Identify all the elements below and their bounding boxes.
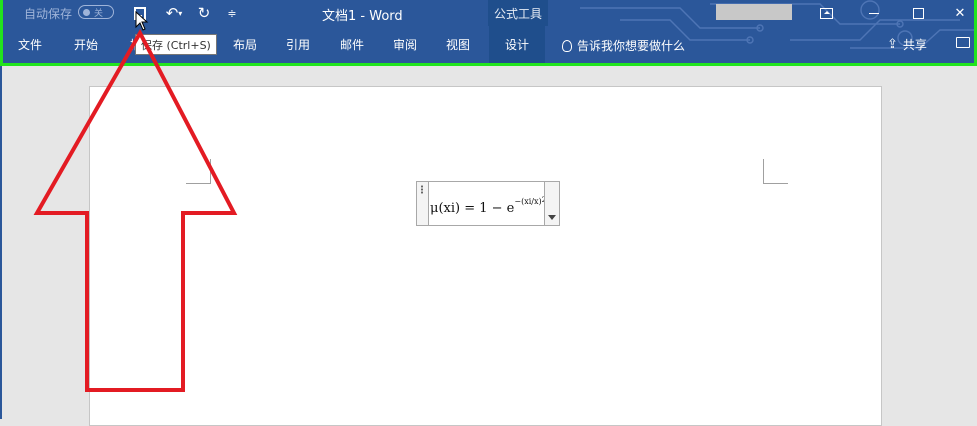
account-name[interactable]	[716, 4, 792, 20]
share-button[interactable]: ⇪ 共享	[887, 36, 927, 53]
minimize-button[interactable]	[852, 0, 896, 26]
ribbon-display-options-button[interactable]	[804, 0, 848, 26]
undo-icon: ↶	[165, 4, 179, 22]
tab-file[interactable]: 文件	[18, 26, 42, 63]
tab-review[interactable]: 审阅	[393, 26, 417, 63]
close-button[interactable]: ✕	[938, 0, 977, 26]
tab-view[interactable]: 视图	[446, 26, 470, 63]
customize-icon: ≑	[227, 6, 237, 20]
drag-handle-icon	[420, 185, 424, 194]
equation-move-handle[interactable]	[417, 182, 429, 225]
share-label: 共享	[902, 38, 927, 52]
toggle-knob	[83, 9, 90, 16]
margin-corner-top-right	[763, 159, 788, 184]
share-icon: ⇪	[887, 37, 898, 52]
undo-button[interactable]: ↶ ▾	[160, 3, 188, 23]
equation-tools-group-label: 公式工具	[488, 0, 548, 26]
autosave-label: 自动保存	[24, 7, 73, 21]
lightbulb-icon	[562, 39, 572, 52]
redo-button[interactable]: ↻	[194, 3, 214, 23]
margin-corner-top-left	[186, 159, 211, 184]
autosave-state: 关	[94, 9, 104, 19]
tell-me-search[interactable]: 告诉我你想要做什么	[562, 37, 685, 54]
chevron-down-icon	[548, 215, 556, 220]
maximize-icon	[912, 7, 924, 19]
autosave-toggle[interactable]: 关	[78, 5, 114, 19]
equation-exponent: −(xi/x)	[514, 197, 542, 206]
equation-options-button[interactable]	[544, 182, 559, 225]
tab-mailings[interactable]: 邮件	[340, 26, 364, 63]
mouse-pointer-icon	[135, 11, 149, 31]
tab-home[interactable]: 开始	[74, 26, 98, 63]
equation-container[interactable]: μ(xi) = 1 − e−(xi/x)2	[416, 181, 560, 226]
maximize-button[interactable]	[896, 0, 940, 26]
redo-icon: ↻	[197, 4, 211, 22]
ribbon: 自动保存 关 ↶ ▾ ↻ ≑ 文档1 - Word 公式工具 ✕ 文件 开始 布…	[0, 0, 977, 66]
ribbon-options-icon	[819, 7, 833, 19]
minimize-icon	[869, 12, 879, 14]
close-icon: ✕	[954, 5, 966, 21]
tab-layout[interactable]: 布局	[233, 26, 257, 63]
tab-design[interactable]: 设计	[489, 26, 545, 63]
chevron-down-icon: ▾	[178, 8, 183, 18]
equation-main: μ(xi) = 1 − e	[430, 201, 515, 216]
tab-references[interactable]: 引用	[286, 26, 310, 63]
window-edge	[0, 66, 2, 419]
equation-text: μ(xi) = 1 − e−(xi/x)2	[430, 196, 546, 216]
save-tooltip: 保存 (Ctrl+S)	[135, 34, 217, 55]
customize-quick-access-button[interactable]: ≑	[225, 3, 239, 23]
tell-me-text: 告诉我你想要做什么	[577, 39, 686, 53]
document-title: 文档1 - Word	[322, 9, 403, 24]
comments-icon[interactable]	[956, 37, 970, 48]
document-page[interactable]	[89, 86, 882, 426]
